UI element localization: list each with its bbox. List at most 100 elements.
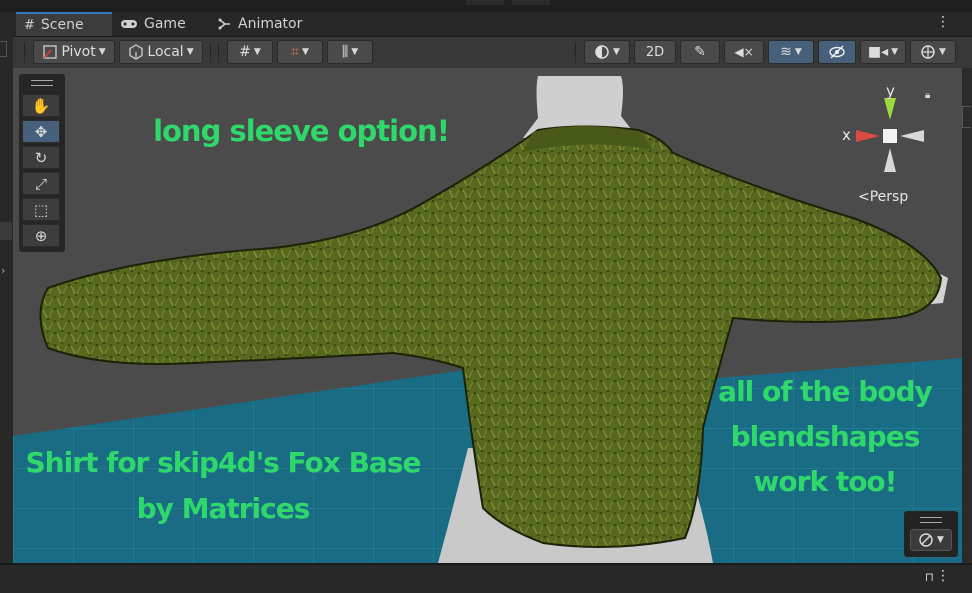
- persp-label: Persp: [869, 189, 909, 205]
- toolbar-separator: [210, 43, 211, 63]
- increment-snap-dropdown[interactable]: ⌗ ▼: [277, 40, 323, 64]
- chevron-down-icon: ▼: [351, 47, 359, 57]
- transform-tools-panel: ✋ ✥ ↻ ⤢ ⬚ ⊕: [19, 74, 65, 252]
- window-top-strip: [0, 0, 972, 12]
- overlay-text-shirt-title: Shirt for skip4d's Fox Base: [25, 446, 422, 479]
- chevron-down-icon: ▼: [301, 47, 309, 57]
- camera-overlay-dropdown[interactable]: ▼: [910, 529, 952, 551]
- rotate-tool-button[interactable]: ↻: [22, 146, 60, 169]
- transform-icon: ⊕: [34, 226, 48, 245]
- left-panel-edge: ›: [0, 36, 13, 563]
- pivot-icon: [43, 45, 57, 59]
- lightbulb-icon: ✎: [694, 44, 706, 60]
- scale-tool-button[interactable]: ⤢: [22, 172, 60, 195]
- more-options-icon[interactable]: ⋮: [936, 14, 950, 30]
- local-icon: [129, 44, 144, 60]
- tab-animator[interactable]: Animator: [218, 12, 318, 36]
- lighting-toggle[interactable]: ✎: [680, 40, 720, 64]
- bottom-panel-bar: ⊓ ⋮: [0, 563, 972, 593]
- scene-viewport[interactable]: long sleeve option! Shirt for skip4d's F…: [13, 68, 962, 563]
- gizmo-x-axis: [856, 130, 880, 142]
- hidden-objects-toggle[interactable]: [818, 40, 856, 64]
- gizmo-y-axis: [884, 98, 896, 120]
- rect-tool-button[interactable]: ⬚: [22, 198, 60, 221]
- move-arrows-icon: ✥: [34, 122, 48, 141]
- lock-icon[interactable]: ⊓: [925, 570, 934, 584]
- grid-snap-dropdown[interactable]: # ▼: [227, 40, 273, 64]
- lock-icon[interactable]: 🔒︎: [925, 90, 930, 101]
- toolbar-separator: [575, 43, 576, 63]
- gizmo-globe-icon: [921, 45, 935, 59]
- tab-bar: # Scene Game Animator ⋮: [0, 12, 972, 37]
- panel-edge-handle: [962, 106, 971, 128]
- gizmo-center-cube: [883, 129, 897, 143]
- scale-icon: ⤢: [34, 174, 47, 193]
- top-strip-block: [466, 0, 504, 5]
- hand-icon: ✋: [31, 96, 51, 115]
- persp-arrow-icon: <: [858, 189, 870, 205]
- hand-tool-button[interactable]: ✋: [22, 94, 60, 117]
- chevron-down-icon: ▼: [937, 535, 944, 545]
- pivot-dropdown[interactable]: Pivot ▼: [33, 40, 115, 64]
- overlay-text-long-sleeve: long sleeve option!: [153, 114, 450, 148]
- chevron-down-icon: ▼: [939, 47, 946, 57]
- 2d-mode-label: 2D: [645, 44, 665, 60]
- chevron-down-icon: ▼: [891, 47, 899, 57]
- move-tool-button[interactable]: ✥: [22, 120, 60, 143]
- gizmo-neg-y-axis: [884, 148, 896, 172]
- rotate-icon: ↻: [34, 148, 48, 167]
- compass-icon: [919, 533, 933, 547]
- toolbar-separator: [24, 43, 25, 63]
- more-options-icon[interactable]: ⋮: [936, 568, 950, 584]
- gizmo-x-label: x: [842, 126, 851, 144]
- gizmo-neg-x-axis: [900, 130, 924, 142]
- panel-edge-handle: [0, 41, 7, 57]
- local-label: Local: [147, 44, 184, 60]
- camera-icon: ■◂: [867, 44, 889, 60]
- snap-settings-dropdown[interactable]: ⫼ ▼: [327, 40, 373, 64]
- chevron-down-icon: ▼: [794, 47, 802, 57]
- persp-toggle[interactable]: <Persp: [858, 189, 908, 205]
- tab-label: Game: [144, 16, 186, 32]
- gizmo-y-label: y: [886, 82, 895, 100]
- scene-toolbar: Pivot ▼ Local ▼ # ▼ ⌗ ▼ ⫼ ▼ ▼ 2D ✎ ◀× ≋ …: [0, 37, 972, 69]
- gamepad-icon: [121, 20, 137, 28]
- ruler-icon: ⫼: [341, 44, 349, 60]
- chevron-down-icon: ▼: [98, 47, 106, 57]
- rect-icon: ⬚: [33, 200, 49, 219]
- grid-icon: #: [24, 17, 35, 33]
- tab-label: Scene: [40, 17, 84, 33]
- grid-snap-icon: #: [239, 44, 251, 60]
- effects-layers-icon: ≋: [780, 44, 792, 60]
- drag-handle-icon[interactable]: [31, 80, 53, 86]
- overlay-text-body-line3: work too!: [753, 465, 898, 498]
- chevron-right-icon[interactable]: ›: [1, 264, 5, 277]
- 2d-mode-toggle[interactable]: 2D: [634, 40, 676, 64]
- drag-handle-icon[interactable]: [920, 517, 942, 523]
- effects-dropdown[interactable]: ≋ ▼: [768, 40, 814, 64]
- panel-edge-tab: [0, 222, 12, 240]
- chevron-down-icon: ▼: [186, 47, 194, 57]
- animator-icon: [218, 18, 230, 30]
- local-dropdown[interactable]: Local ▼: [119, 40, 203, 64]
- transform-tool-button[interactable]: ⊕: [22, 224, 60, 247]
- camera-settings-dropdown[interactable]: ■◂ ▼: [860, 40, 906, 64]
- gizmos-dropdown[interactable]: ▼: [910, 40, 956, 64]
- tab-label: Animator: [238, 16, 303, 32]
- pivot-label: Pivot: [61, 44, 96, 60]
- shading-mode-icon: [595, 45, 609, 59]
- draw-mode-dropdown[interactable]: ▼: [584, 40, 630, 64]
- audio-mute-icon: ◀×: [734, 45, 754, 59]
- overlay-text-author: by Matrices: [136, 492, 311, 525]
- top-strip-block: [512, 0, 550, 5]
- camera-overlay-panel: ▼: [904, 511, 958, 557]
- audio-toggle[interactable]: ◀×: [724, 40, 764, 64]
- tab-scene[interactable]: # Scene: [16, 12, 112, 36]
- tab-game[interactable]: Game: [120, 12, 210, 36]
- toolbar-separator: [218, 43, 219, 63]
- overlay-text-body-line2: blendshapes: [730, 420, 921, 453]
- overlay-text-body-line1: all of the body: [718, 375, 933, 408]
- chevron-down-icon: ▼: [613, 47, 620, 57]
- eye-slash-icon: [829, 45, 845, 59]
- right-panel-edge: [962, 68, 972, 563]
